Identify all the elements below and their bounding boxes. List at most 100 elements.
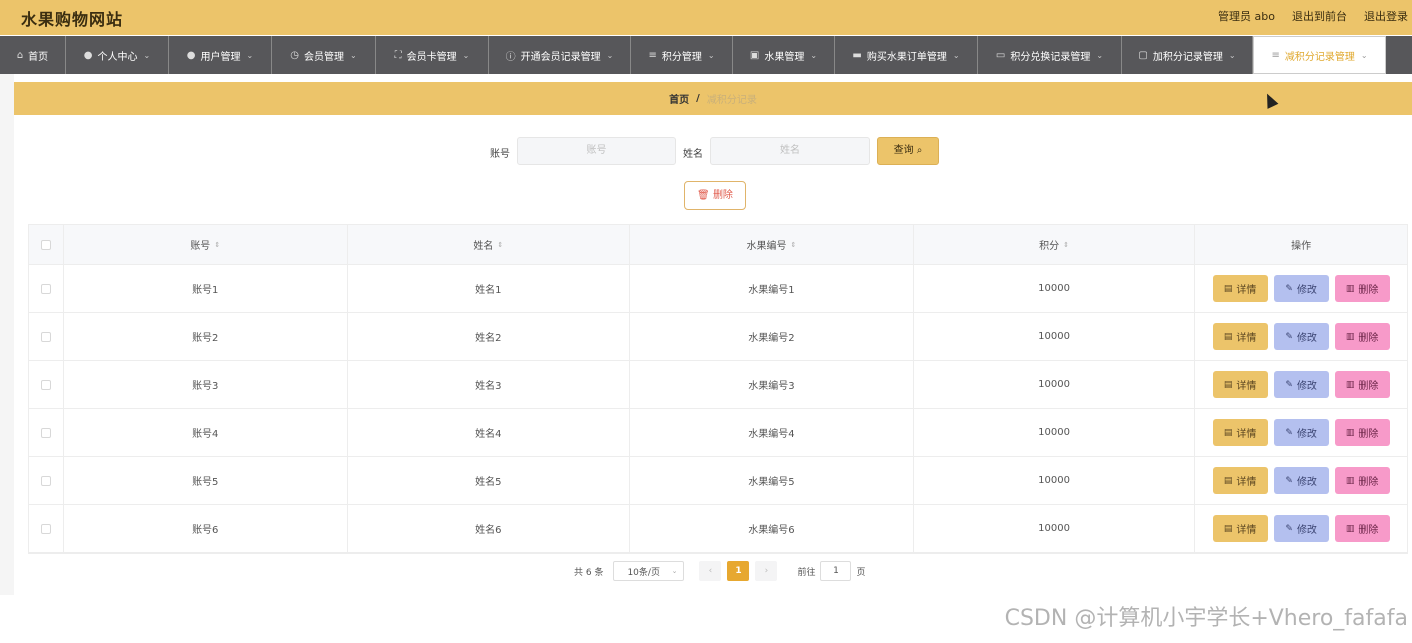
logout-link[interactable]: 退出登录	[1364, 8, 1408, 24]
watermark: CSDN @计算机小宇学长+Vhero_fafafa	[1004, 606, 1408, 631]
header-name[interactable]: 姓名 ⇕	[348, 225, 631, 264]
row-checkbox[interactable]	[40, 379, 51, 390]
document-icon: ▤	[1223, 283, 1233, 294]
detail-button[interactable]: ▤ 详情	[1212, 419, 1268, 446]
sort-icon: ⇕	[497, 240, 504, 249]
nav-item-deduct-points-management[interactable]: ≡ 减积分记录管理 ⌄	[1253, 36, 1386, 74]
row-checkbox[interactable]	[40, 523, 51, 534]
account-input[interactable]: 账号	[517, 137, 676, 165]
chevron-down-icon: ⌄	[707, 50, 715, 60]
row-checkbox-cell	[29, 265, 64, 312]
trash-icon: 🗑︎	[697, 190, 710, 201]
row-checkbox[interactable]	[40, 475, 51, 486]
edit-button[interactable]: ✎ 修改	[1273, 515, 1329, 542]
cell-account: 账号1	[64, 265, 348, 312]
row-checkbox[interactable]	[40, 427, 51, 438]
batch-delete-button[interactable]: 🗑︎ 删除	[684, 181, 746, 210]
nav-item-user-management[interactable]: ● 用户管理 ⌄	[169, 36, 272, 74]
trash-icon: ▥	[1345, 379, 1355, 390]
edit-button[interactable]: ✎ 修改	[1273, 323, 1329, 350]
header-label: 水果编号	[746, 241, 787, 252]
chevron-down-icon: ⌄	[952, 50, 960, 60]
cell-points: 10000	[914, 409, 1196, 456]
header-actions: 操作	[1195, 225, 1407, 264]
delete-button[interactable]: ▥ 删除	[1334, 371, 1390, 398]
cell-account: 账号4	[64, 409, 348, 456]
delete-button[interactable]: ▥ 删除	[1334, 275, 1390, 302]
header-label: 积分	[1039, 241, 1060, 252]
header-account[interactable]: 账号 ⇕	[64, 225, 348, 264]
query-button[interactable]: 查询 ⌕	[877, 137, 939, 165]
nav-item-label: 会员管理	[304, 51, 345, 63]
header-fruit-id[interactable]: 水果编号 ⇕	[630, 225, 914, 264]
cell-points: 10000	[914, 361, 1196, 408]
row-checkbox[interactable]	[40, 331, 51, 342]
search-form: 账号 账号 姓名 姓名 查询 ⌕	[0, 137, 1412, 165]
chevron-down-icon: ⌄	[1228, 50, 1236, 60]
nav-item-member-management[interactable]: ◷ 会员管理 ⌄	[272, 36, 376, 74]
cell-points: 10000	[914, 457, 1196, 504]
breadcrumb-home[interactable]: 首页	[669, 91, 689, 106]
nav-item-label: 开通会员记录管理	[520, 51, 601, 63]
detail-button[interactable]: ▤ 详情	[1212, 515, 1268, 542]
trash-icon: ▥	[1345, 283, 1355, 294]
header-actions: 管理员 abo 退出到前台 退出登录	[1218, 8, 1408, 24]
next-page-button[interactable]: ›	[755, 561, 778, 581]
row-checkbox-cell	[29, 361, 64, 408]
nav-item-home[interactable]: ⌂ 首页	[0, 36, 66, 74]
page-number-current[interactable]: 1	[727, 561, 750, 581]
nav-item-membership-record-management[interactable]: ⓘ 开通会员记录管理 ⌄	[489, 36, 631, 74]
delete-button[interactable]: ▥ 删除	[1334, 515, 1390, 542]
prev-page-button[interactable]: ‹	[699, 561, 722, 581]
edit-button[interactable]: ✎ 修改	[1273, 371, 1329, 398]
edit-button[interactable]: ✎ 修改	[1273, 419, 1329, 446]
delete-label: 删除	[1358, 525, 1379, 536]
cell-actions: ▤ 详情 ✎ 修改 ▥ 删除	[1195, 457, 1407, 504]
detail-label: 详情	[1236, 477, 1257, 488]
name-input[interactable]: 姓名	[710, 137, 870, 165]
edit-button[interactable]: ✎ 修改	[1273, 275, 1329, 302]
delete-button[interactable]: ▥ 删除	[1334, 323, 1390, 350]
back-to-front-link[interactable]: 退出到前台	[1292, 8, 1347, 24]
nav-item-label: 减积分记录管理	[1284, 51, 1355, 63]
select-all-checkbox[interactable]	[40, 239, 51, 250]
nav-item-points-management[interactable]: ≡ 积分管理 ⌄	[631, 36, 733, 74]
nav-item-fruit-management[interactable]: ▣ 水果管理 ⌄	[733, 36, 835, 74]
chevron-down-icon: ⌄	[810, 50, 818, 60]
cell-fruit-id: 水果编号2	[630, 313, 914, 360]
site-title: 水果购物网站	[21, 10, 124, 29]
nav-item-personal-center[interactable]: ● 个人中心 ⌄	[66, 36, 169, 74]
page-suffix: 页	[856, 567, 866, 578]
delete-button[interactable]: ▥ 删除	[1334, 467, 1390, 494]
goto-label: 前往	[797, 567, 816, 578]
delete-label: 删除	[1358, 429, 1379, 440]
detail-label: 详情	[1236, 285, 1257, 296]
detail-button[interactable]: ▤ 详情	[1212, 323, 1268, 350]
document-icon: ▤	[1223, 331, 1233, 342]
nav-item-points-exchange-management[interactable]: ▭ 积分兑换记录管理 ⌄	[978, 36, 1122, 74]
nav-item-add-points-management[interactable]: ▢ 加积分记录管理 ⌄	[1122, 36, 1253, 74]
detail-button[interactable]: ▤ 详情	[1212, 371, 1268, 398]
goto-page-input[interactable]: 1	[820, 561, 852, 581]
image-icon: ▣	[749, 49, 760, 61]
page-size-select[interactable]: 10条/页 ⌄	[613, 561, 685, 581]
nav-item-member-card-management[interactable]: ⛶ 会员卡管理 ⌄	[376, 36, 489, 74]
edit-button[interactable]: ✎ 修改	[1273, 467, 1329, 494]
row-checkbox[interactable]	[40, 283, 51, 294]
pager-total: 共 6 条	[574, 567, 604, 578]
cell-points: 10000	[914, 265, 1196, 312]
user-icon: ●	[186, 49, 196, 61]
name-label: 姓名	[683, 149, 703, 160]
breadcrumb-current: 减积分记录	[706, 95, 757, 106]
breadcrumb: 首页 / 减积分记录	[14, 82, 1412, 115]
header-points[interactable]: 积分 ⇕	[914, 225, 1196, 264]
table-row: 账号1 姓名1 水果编号1 10000 ▤ 详情 ✎ 修改 ▥ 删除	[29, 265, 1407, 313]
detail-button[interactable]: ▤ 详情	[1212, 275, 1268, 302]
chevron-left-icon: ‹	[708, 566, 713, 576]
detail-button[interactable]: ▤ 详情	[1212, 467, 1268, 494]
delete-button[interactable]: ▥ 删除	[1334, 419, 1390, 446]
pencil-icon: ✎	[1285, 379, 1293, 390]
nav-item-fruit-order-management[interactable]: ▬ 购买水果订单管理 ⌄	[835, 36, 978, 74]
trash-icon: ▥	[1345, 427, 1355, 438]
trash-icon: ▥	[1345, 475, 1355, 486]
